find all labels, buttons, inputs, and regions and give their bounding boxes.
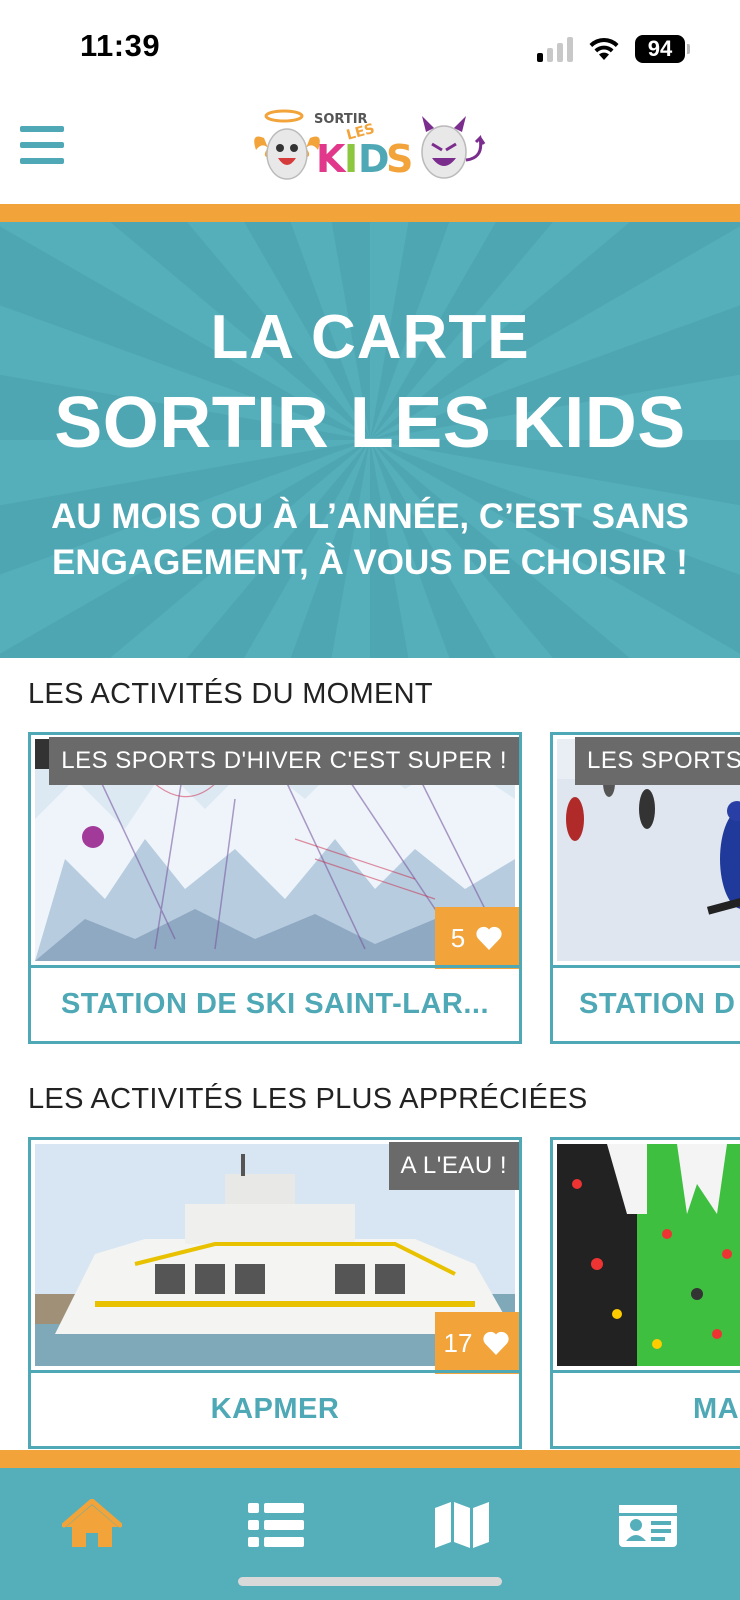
carousel-moment[interactable]: LES SPORTS D'HIVER C'EST SUPER ! 5 STATI… — [28, 732, 740, 1044]
hero-subtitle: AU MOIS OU À L’ANNÉE, C’EST SANS ENGAGEM… — [51, 497, 689, 582]
id-card-icon — [619, 1505, 677, 1547]
section-title-moment: LES ACTIVITÉS DU MOMENT — [28, 678, 433, 710]
status-time: 11:39 — [80, 28, 161, 63]
heart-icon — [483, 1331, 510, 1355]
hamburger-menu-icon[interactable] — [20, 126, 64, 164]
nav-home[interactable] — [52, 1490, 132, 1560]
sortir-les-kids-logo: SORTIR LES K I D S — [254, 109, 486, 181]
footer-accent-strip — [0, 1450, 740, 1468]
svg-text:D: D — [358, 137, 390, 181]
card-title: KAPMER — [31, 1370, 519, 1446]
card-category-tag: LES SPORTS D'HIVER C'EST SUPER ! — [49, 737, 519, 785]
list-icon — [248, 1503, 304, 1547]
hero-banner[interactable]: LA CARTE SORTIR LES KIDS AU MOIS OU À L’… — [0, 222, 740, 658]
heart-icon — [476, 926, 502, 950]
card-title: STATION D — [553, 965, 740, 1041]
activity-card[interactable]: MA — [550, 1137, 740, 1449]
carousel-popular[interactable]: A L'EAU ! 17 KAPMER MA — [28, 1137, 740, 1449]
like-counter[interactable]: 17 — [435, 1312, 519, 1374]
status-icons: 94 — [537, 34, 690, 64]
svg-text:K: K — [316, 137, 347, 181]
card-title: MA — [553, 1370, 740, 1446]
card-category-tag: LES SPORTS — [575, 737, 740, 785]
nav-map[interactable] — [422, 1490, 502, 1560]
like-count: 17 — [443, 1327, 473, 1358]
cellular-signal-icon — [537, 36, 573, 62]
card-title: STATION DE SKI SAINT-LAR... — [31, 965, 519, 1041]
section-title-popular: LES ACTIVITÉS LES PLUS APPRÉCIÉES — [28, 1083, 588, 1115]
activity-image — [557, 1144, 740, 1366]
svg-text:S: S — [386, 137, 413, 181]
card-category-tag: A L'EAU ! — [388, 1142, 519, 1190]
status-bar: 11:39 94 — [0, 0, 740, 96]
home-icon — [62, 1499, 122, 1547]
activity-card[interactable]: LES SPORTS STATION D — [550, 732, 740, 1044]
nav-list[interactable] — [236, 1490, 316, 1560]
home-indicator[interactable] — [238, 1577, 502, 1586]
nav-account[interactable] — [608, 1490, 688, 1560]
battery-icon: 94 — [635, 35, 690, 63]
like-counter[interactable]: 5 — [435, 907, 519, 969]
svg-text:I: I — [344, 137, 358, 181]
wifi-icon — [589, 37, 619, 60]
activity-card[interactable]: A L'EAU ! 17 KAPMER — [28, 1137, 522, 1449]
header-accent-strip — [0, 204, 740, 222]
map-icon — [435, 1502, 489, 1548]
like-count: 5 — [450, 922, 466, 953]
app-header: SORTIR LES K I D S — [0, 96, 740, 204]
hero-title-line1: LA CARTE — [210, 303, 530, 372]
hero-title-line2: SORTIR LES KIDS — [54, 383, 686, 463]
activity-card[interactable]: LES SPORTS D'HIVER C'EST SUPER ! 5 STATI… — [28, 732, 522, 1044]
bottom-navigation — [0, 1468, 740, 1600]
battery-level: 94 — [635, 35, 685, 63]
